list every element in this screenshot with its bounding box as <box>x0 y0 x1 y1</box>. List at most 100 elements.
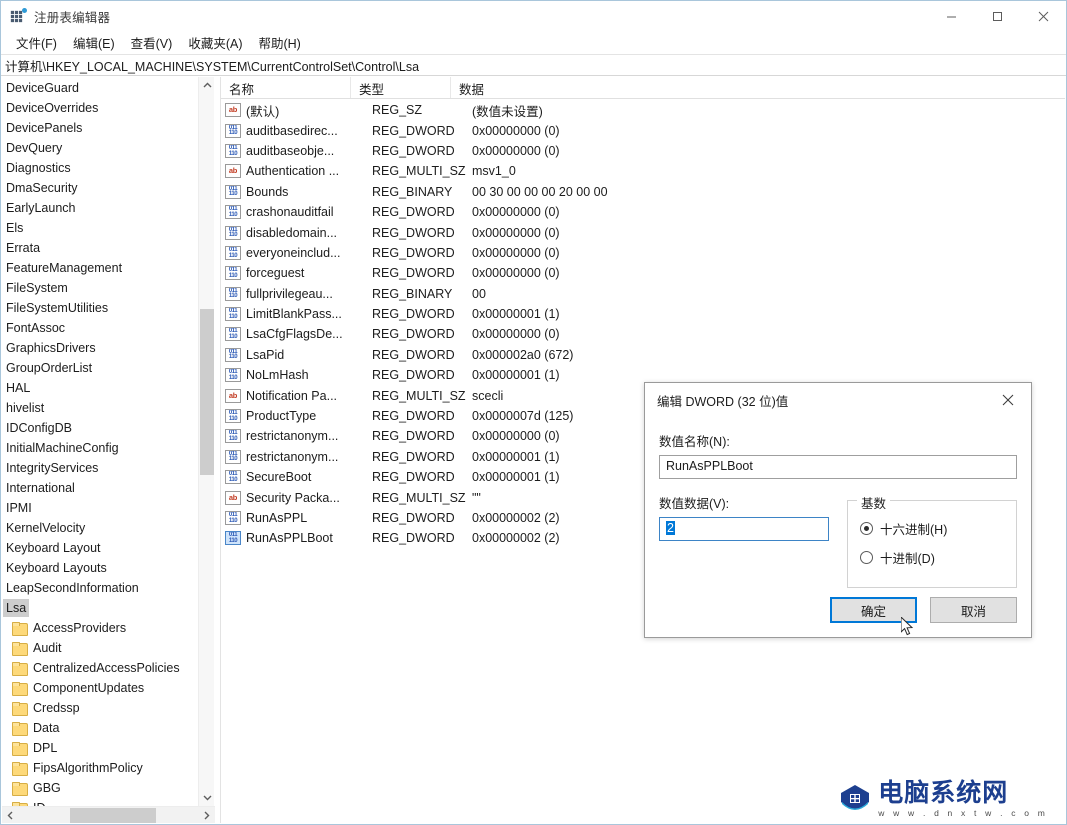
tree-node-diagnostics[interactable]: Diagnostics <box>2 158 198 178</box>
value-data-input[interactable]: 2 <box>659 517 829 541</box>
cancel-button[interactable]: 取消 <box>930 597 1017 623</box>
dialog-title: 编辑 DWORD (32 位)值 <box>657 394 789 409</box>
tree-node-devquery[interactable]: DevQuery <box>2 138 198 158</box>
tree-horizontal-scrollbar[interactable] <box>2 806 215 823</box>
value-data: (数值未设置) <box>472 104 543 119</box>
table-row[interactable]: ab Authentication ... REG_MULTI_SZ msv1_0 <box>221 161 1065 181</box>
tree-node-filesystem[interactable]: FileSystem <box>2 278 198 298</box>
tree-node-label: International <box>6 481 75 495</box>
value-name-input[interactable]: RunAsPPLBoot <box>659 455 1017 479</box>
tree-node-lsa[interactable]: Lsa <box>2 598 198 618</box>
menu-item-view[interactable]: 查看(V) <box>123 31 181 55</box>
scroll-left-icon[interactable] <box>2 807 19 824</box>
tree-node-deviceguard[interactable]: DeviceGuard <box>2 78 198 98</box>
menu-item-favorites[interactable]: 收藏夹(A) <box>180 31 250 55</box>
value-name: crashonauditfail <box>246 205 334 220</box>
tree-node-keyboard-layouts[interactable]: Keyboard Layouts <box>2 558 198 578</box>
tree-node-integrityservices[interactable]: IntegrityServices <box>2 458 198 478</box>
tree-node-dmasecurity[interactable]: DmaSecurity <box>2 178 198 198</box>
tree-node-devicepanels[interactable]: DevicePanels <box>2 118 198 138</box>
value-data: 0x00000000 (0) <box>472 123 560 138</box>
tree-node-featuremanagement[interactable]: FeatureManagement <box>2 258 198 278</box>
maximize-icon[interactable] <box>974 1 1020 32</box>
value-name: Bounds <box>246 184 289 199</box>
tree-node-filesystemutilities[interactable]: FileSystemUtilities <box>2 298 198 318</box>
tree-node-graphicsdrivers[interactable]: GraphicsDrivers <box>2 338 198 358</box>
tree-node-grouporderlist[interactable]: GroupOrderList <box>2 358 198 378</box>
ok-button[interactable]: 确定 <box>830 597 917 623</box>
table-row[interactable]: 011 110 LsaPid REG_DWORD 0x000002a0 (672) <box>221 345 1065 365</box>
tree-node-label: AccessProviders <box>33 621 127 635</box>
tree-node-gbg[interactable]: GBG <box>2 778 198 798</box>
table-row[interactable]: 011 110 auditbaseobje... REG_DWORD 0x0000000… <box>221 141 1065 161</box>
menu-item-file[interactable]: 文件(F) <box>8 31 65 55</box>
tree-node-audit[interactable]: Audit <box>2 638 198 658</box>
dword-value-icon: 011 110 <box>225 225 241 240</box>
tree-vertical-scrollbar[interactable] <box>198 77 214 806</box>
registry-path: 计算机\HKEY_LOCAL_MACHINE\SYSTEM\CurrentCon… <box>5 59 420 74</box>
menu-item-help[interactable]: 帮助(H) <box>250 31 308 55</box>
table-row[interactable]: 011 110 LimitBlankPass... REG_DWORD 0x000000… <box>221 304 1065 324</box>
tree-node-label: DeviceGuard <box>6 81 79 95</box>
tree-node-initialmachineconfig[interactable]: InitialMachineConfig <box>2 438 198 458</box>
folder-icon <box>12 701 28 716</box>
tree-node-data[interactable]: Data <box>2 718 198 738</box>
tree-node-fipsalgorithmpolicy[interactable]: FipsAlgorithmPolicy <box>2 758 198 778</box>
minimize-icon[interactable] <box>928 1 974 32</box>
radio-hexadecimal[interactable]: 十六进制(H) <box>860 519 1004 538</box>
table-row[interactable]: 011 110 fullprivilegeau... REG_BINARY 00 <box>221 284 1065 304</box>
tree-node-hal[interactable]: HAL <box>2 378 198 398</box>
tree-scroll-thumb[interactable] <box>200 309 214 475</box>
tree-node-label: HAL <box>6 381 31 395</box>
tree-node-fontassoc[interactable]: FontAssoc <box>2 318 198 338</box>
tree-node-deviceoverrides[interactable]: DeviceOverrides <box>2 98 198 118</box>
tree-node-kernelvelocity[interactable]: KernelVelocity <box>2 518 198 538</box>
scroll-up-icon[interactable] <box>199 77 215 94</box>
folder-icon <box>12 681 28 696</box>
column-header-type[interactable]: 类型 <box>351 77 451 98</box>
value-type: REG_DWORD <box>372 368 455 383</box>
table-row[interactable]: 011 110 crashonauditfail REG_DWORD 0x0000000… <box>221 202 1065 222</box>
close-icon[interactable] <box>1020 1 1066 32</box>
tree-node-label: IntegrityServices <box>6 461 99 475</box>
menu-item-edit[interactable]: 编辑(E) <box>65 31 123 55</box>
scroll-right-icon[interactable] <box>198 807 215 824</box>
column-header-data[interactable]: 数据 <box>451 77 1065 98</box>
tree-node-ipmi[interactable]: IPMI <box>2 498 198 518</box>
value-type: REG_BINARY <box>372 286 453 301</box>
tree-node-earlylaunch[interactable]: EarlyLaunch <box>2 198 198 218</box>
table-row[interactable]: ab (默认) REG_SZ (数值未设置) <box>221 100 1065 120</box>
tree-node-leapsecondinformation[interactable]: LeapSecondInformation <box>2 578 198 598</box>
table-row[interactable]: 011 110 disabledomain... REG_DWORD 0x0000000… <box>221 222 1065 242</box>
tree-node-credssp[interactable]: Credssp <box>2 698 198 718</box>
value-data: 00 30 00 00 00 20 00 00 <box>472 184 608 199</box>
tree-node-idconfigdb[interactable]: IDConfigDB <box>2 418 198 438</box>
scroll-down-icon[interactable] <box>199 789 215 806</box>
address-bar[interactable]: 计算机\HKEY_LOCAL_MACHINE\SYSTEM\CurrentCon… <box>1 54 1066 76</box>
tree-node-els[interactable]: Els <box>2 218 198 238</box>
tree-node-keyboard-layout[interactable]: Keyboard Layout <box>2 538 198 558</box>
registry-tree[interactable]: DeviceGuard DeviceOverrides DevicePanels De… <box>2 77 198 809</box>
tree-node-international[interactable]: International <box>2 478 198 498</box>
column-header-name[interactable]: 名称 <box>221 77 351 98</box>
tree-node-label: DPL <box>33 741 58 755</box>
radio-decimal[interactable]: 十进制(D) <box>860 548 1004 567</box>
dialog-close-icon[interactable] <box>985 383 1031 416</box>
tree-node-dpl[interactable]: DPL <box>2 738 198 758</box>
tree-hscroll-thumb[interactable] <box>70 808 156 823</box>
dword-value-icon: 011 110 <box>225 470 241 485</box>
tree-node-componentupdates[interactable]: ComponentUpdates <box>2 678 198 698</box>
table-row[interactable]: 011 110 Bounds REG_BINARY 00 30 00 00 00 20 … <box>221 182 1065 202</box>
tree-node-hivelist[interactable]: hivelist <box>2 398 198 418</box>
tree-node-label: IPMI <box>6 501 32 515</box>
table-row[interactable]: 011 110 forceguest REG_DWORD 0x00000000 (0) <box>221 263 1065 283</box>
table-row[interactable]: 011 110 everyoneinclud... REG_DWORD 0x000000… <box>221 243 1065 263</box>
tree-node-centralizedaccesspolicies[interactable]: CentralizedAccessPolicies <box>2 658 198 678</box>
folder-icon <box>12 741 28 756</box>
tree-node-label: FileSystemUtilities <box>6 301 109 315</box>
tree-node-errata[interactable]: Errata <box>2 238 198 258</box>
table-row[interactable]: 011 110 LsaCfgFlagsDe... REG_DWORD 0x0000000… <box>221 324 1065 344</box>
tree-node-accessproviders[interactable]: AccessProviders <box>2 618 198 638</box>
table-row[interactable]: 011 110 auditbasedirec... REG_DWORD 0x000000… <box>221 120 1065 140</box>
tree-node-label: FileSystem <box>6 281 68 295</box>
